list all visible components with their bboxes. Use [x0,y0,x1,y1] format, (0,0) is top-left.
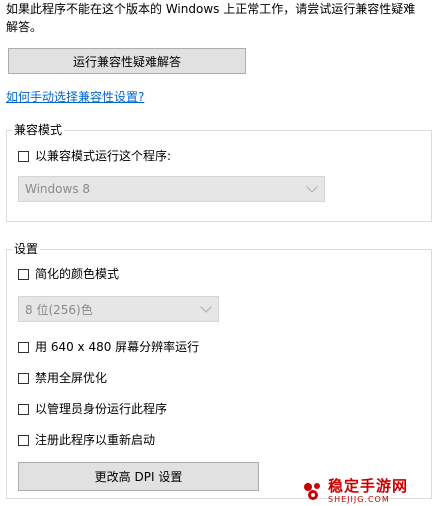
res-640-checkbox[interactable] [18,341,29,353]
manual-compat-settings-link[interactable]: 如何手动选择兼容性设置? [6,88,144,105]
disable-fullscreen-checkbox-row[interactable]: 禁用全屏优化 [18,370,107,386]
compat-mode-checkbox[interactable] [18,150,29,162]
register-restart-checkbox[interactable] [18,434,29,446]
intro-text: 如果此程序不能在这个版本的 Windows 上正常工作，请尝试运行兼容性疑难解答… [6,2,416,34]
brand-logo-icon [301,479,325,503]
res-640-checkbox-row[interactable]: 用 640 x 480 屏幕分辨率运行 [18,339,199,355]
res-640-checkbox-label: 用 640 x 480 屏幕分辨率运行 [35,340,200,354]
compat-os-select-value: Windows 8 [25,182,91,196]
compat-mode-checkbox-label: 以兼容模式运行这个程序: [35,149,172,163]
compat-mode-checkbox-row[interactable]: 以兼容模式运行这个程序: [18,148,171,164]
run-as-admin-checkbox-label: 以管理员身份运行此程序 [35,402,168,416]
chevron-down-icon [306,181,318,193]
color-depth-select-value: 8 位(256)色 [25,302,93,317]
reduced-color-checkbox-row[interactable]: 简化的颜色模式 [18,266,119,282]
compat-os-select[interactable]: Windows 8 [18,176,325,202]
compat-mode-group-title: 兼容模式 [12,123,65,137]
change-high-dpi-settings-button[interactable]: 更改高 DPI 设置 [18,462,259,491]
disable-fullscreen-checkbox-label: 禁用全屏优化 [35,371,108,385]
run-as-admin-checkbox[interactable] [18,403,29,415]
site-watermark: 稳定手游网 SHEJIJG.COM [301,477,429,505]
reduced-color-checkbox-label: 简化的颜色模式 [35,267,120,281]
watermark-url: SHEJIJG.COM [328,494,390,504]
chevron-down-icon [200,301,212,313]
register-restart-checkbox-label: 注册此程序以重新启动 [35,433,156,447]
run-compat-troubleshooter-button[interactable]: 运行兼容性疑难解答 [8,48,246,74]
reduced-color-checkbox[interactable] [18,268,29,280]
register-restart-checkbox-row[interactable]: 注册此程序以重新启动 [18,432,155,448]
color-depth-select[interactable]: 8 位(256)色 [18,296,219,322]
watermark-title: 稳定手游网 [328,476,409,495]
settings-group-title: 设置 [12,242,41,256]
run-as-admin-checkbox-row[interactable]: 以管理员身份运行此程序 [18,401,167,417]
disable-fullscreen-checkbox[interactable] [18,372,29,384]
